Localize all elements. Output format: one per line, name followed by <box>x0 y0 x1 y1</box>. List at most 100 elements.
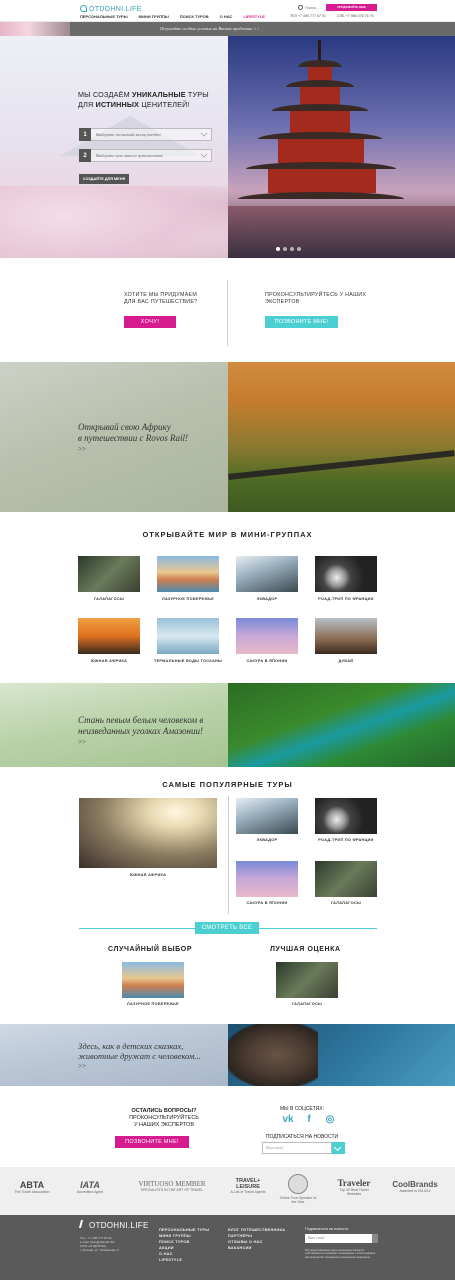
tile-label[interactable]: ЛАЗУРНОЕ ПОБЕРЕЖЬЕ <box>118 1002 188 1007</box>
footer-link[interactable]: ВАКАНСИИ <box>228 1245 285 1251</box>
tile-label[interactable]: САКУРА В ЯПОНИИ <box>232 659 302 664</box>
popular-tile-france-roadtrip[interactable] <box>315 798 377 834</box>
chevron-down-icon <box>200 129 208 137</box>
tour-tile-south-africa[interactable] <box>78 618 140 654</box>
tile-label[interactable]: ТЕРМАЛЬНЫЕ ВОДЫ ТОСКАНЫ <box>153 659 223 664</box>
newsletter-submit-button[interactable] <box>332 1142 345 1154</box>
footer-link[interactable]: LIFESTYLE <box>159 1257 209 1263</box>
footer-nav-col-1: ПЕРСОНАЛЬНЫЕ ТУРЫ МИНИ ГРУППЫ ПОИСК ТУРО… <box>159 1227 209 1263</box>
seal-banner-text[interactable]: Здесь, как в детских сказках, животные др… <box>78 1041 201 1071</box>
partner-online-operator[interactable]: Online Tour Operator of the Year <box>278 1174 318 1204</box>
popular-tile-south-africa[interactable] <box>79 798 217 868</box>
month-select[interactable]: 1 Выберите желаемый месяц поездки <box>79 128 212 141</box>
search-field[interactable]: Поиск... <box>298 5 319 10</box>
footer-logo[interactable]: OTDOHNI.LIFE <box>78 1220 149 1230</box>
partner-virtuoso[interactable]: VIRTUOSO MEMBER SPECIALISTS IN THE ART O… <box>128 1180 216 1192</box>
partner-travel-leisure[interactable]: TRAVEL+ LEISURE A-List of Travel Agents <box>228 1178 268 1194</box>
partner-coolbrands[interactable]: CoolBrands Awarded in 2013/14 <box>388 1180 442 1193</box>
tile-label[interactable]: ЭКВАДОР <box>232 597 302 602</box>
divider <box>227 280 228 346</box>
nav-tour-search[interactable]: ПОИСК ТУРОВ <box>180 14 209 19</box>
popular-tile-galapagos[interactable] <box>315 861 377 897</box>
partner-traveler[interactable]: Traveler Top 30 Best Travel Websites <box>332 1178 376 1196</box>
hero-image-pagoda <box>228 36 455 258</box>
partner-iata[interactable]: IATA Accredited Agent <box>64 1180 116 1194</box>
africa-banner-image-train <box>228 362 455 512</box>
newsletter-email-input[interactable]: Ваш email <box>262 1142 332 1154</box>
tour-tile-tuscany-thermal[interactable] <box>157 618 219 654</box>
make-trip-button[interactable]: ПРИДУМАЙТЕ МНЕ ПУТЕШЕСТВИЕ <box>326 4 377 16</box>
instagram-icon[interactable]: ◎ <box>324 1114 336 1126</box>
tile-label[interactable]: САКУРА В ЯПОНИИ <box>232 901 302 906</box>
best-rated-title: ЛУЧШАЯ ОЦЕНКА <box>270 946 341 953</box>
logo-text: OTDOHNI.LIFE <box>89 6 142 13</box>
search-icon <box>298 5 303 10</box>
tour-tile-riviera[interactable] <box>157 556 219 592</box>
tour-tile-dubai[interactable] <box>315 618 377 654</box>
slider-dot[interactable] <box>276 247 280 251</box>
slider-dots <box>276 247 301 251</box>
best-rated-tile[interactable] <box>276 962 338 998</box>
slider-dot[interactable] <box>290 247 294 251</box>
tour-tile-sakura-japan[interactable] <box>236 618 298 654</box>
see-all-button[interactable]: СМОТРЕТЬ ВСЕ <box>195 922 259 934</box>
tile-label[interactable]: ДУБАЙ <box>311 659 381 664</box>
footer-legal: Все представленные здесь материалы являю… <box>305 1249 376 1259</box>
nav-about[interactable]: О НАС <box>220 14 233 19</box>
nav-mini-groups[interactable]: МИНИ ГРУППЫ <box>139 14 169 19</box>
step-number: 2 <box>79 149 91 162</box>
partner-abta[interactable]: ABTA The Travel Association <box>12 1180 52 1194</box>
create-for-me-button[interactable]: СОЗДАЙТЕ ДЛЯ МЕНЯ <box>79 174 129 184</box>
phone-moscow[interactable]: ТЕЛ +7 495 777 87 01 <box>290 14 326 18</box>
slider-dot[interactable] <box>297 247 301 251</box>
mini-groups-title: ОТКРЫВАЙТЕ МИР В МИНИ-ГРУППАХ <box>142 530 313 539</box>
popular-tile-ecuador[interactable] <box>236 798 298 834</box>
footer-contacts: Тел.: +7 495 777 87 01 e-mail: hello@otd… <box>80 1236 119 1252</box>
divider <box>228 796 229 914</box>
popular-tours-title: САМЫЕ ПОПУЛЯРНЫЕ ТУРЫ <box>162 780 293 789</box>
month-select-placeholder: Выберите желаемый месяц поездки <box>96 132 161 137</box>
search-placeholder: Поиск... <box>305 5 320 10</box>
logo[interactable]: OTDOHNI.LIFE <box>80 5 142 13</box>
newsletter-title: ПОДПИСАТЬСЯ НА НОВОСТИ <box>265 1134 339 1140</box>
tile-label[interactable]: ЮЖНАЯ АФРИКА <box>113 873 183 878</box>
tile-label[interactable]: ГАЛАПАГОСЫ <box>272 1002 342 1007</box>
hero-title: МЫ СОЗДАЁМ УНИКАЛЬНЫЕ ТУРЫ ДЛЯ ИСТИННЫХ … <box>78 90 209 109</box>
want-button[interactable]: ХОЧУ! <box>124 316 176 328</box>
announcement-text[interactable]: Получайте особые условия на Вашем продле… <box>160 26 260 31</box>
seal-banner-image <box>228 1024 455 1086</box>
footer-nav-col-2: БЛОГ ПУТЕШЕСТВЕННИКА ПАРТНЁРЫ ОТЗЫВЫ О Н… <box>228 1227 285 1251</box>
tour-tile-galapagos[interactable] <box>78 556 140 592</box>
slider-dot[interactable] <box>283 247 287 251</box>
footer-newsletter-input[interactable]: Ваш email <box>305 1234 377 1243</box>
facebook-icon[interactable]: f <box>303 1114 315 1126</box>
footer-newsletter-submit[interactable] <box>372 1234 378 1243</box>
nav-lifestyle[interactable]: LIFESTYLE <box>243 14 265 19</box>
tile-label[interactable]: РОАД-ТРИП ПО ФРАНЦИИ <box>311 597 381 602</box>
social-links: vk f ◎ <box>282 1114 336 1126</box>
tile-label[interactable]: ЭКВАДОР <box>232 838 302 843</box>
call-me-button[interactable]: ПОЗВОНИТЕ МНЕ! <box>265 316 338 328</box>
purpose-select[interactable]: 2 Выберите цель вашего путешествия <box>79 149 212 162</box>
call-me-button[interactable]: ПОЗВОНИТЕ МНЕ! <box>115 1136 189 1148</box>
random-pick-tile[interactable] <box>122 962 184 998</box>
tile-label[interactable]: ГАЛАПАГОСЫ <box>311 901 381 906</box>
phone-spb[interactable]: СПБ +7 986 076 76 76 <box>337 14 374 18</box>
step-number: 1 <box>79 128 91 141</box>
tour-tile-ecuador[interactable] <box>236 556 298 592</box>
popular-tile-sakura-japan[interactable] <box>236 861 298 897</box>
tour-tile-france-roadtrip[interactable] <box>315 556 377 592</box>
questions-text: ОСТАЛИСЬ ВОПРОСЫ? ПРОКОНСУЛЬТИРУЙТЕСЬ У НА… <box>129 1108 199 1128</box>
chevron-down-icon <box>200 150 208 158</box>
hero-background-fuji <box>0 36 228 258</box>
cta-want-text: ХОТИТЕ МЫ ПРИДУМАЕМ ДЛЯ ВАС ПУТЕШЕСТВИЕ? <box>124 292 198 305</box>
tile-label[interactable]: ГАЛАПАГОСЫ <box>74 597 144 602</box>
amazon-banner-text[interactable]: Стань певым белым человеком в неизведанны… <box>78 715 203 748</box>
random-pick-title: СЛУЧАЙНЫЙ ВЫБОР <box>108 946 193 953</box>
tile-label[interactable]: ЮЖНАЯ АФРИКА <box>74 659 144 664</box>
vk-icon[interactable]: vk <box>282 1114 294 1126</box>
tile-label[interactable]: ЛАЗУРНОЕ ПОБЕРЕЖЬЕ <box>153 597 223 602</box>
tile-label[interactable]: РОАД-ТРИП ПО ФРАНЦИИ <box>311 838 381 843</box>
nav-personal-tours[interactable]: ПЕРСОНАЛЬНЫЕ ТУРЫ <box>80 14 128 19</box>
africa-banner-text[interactable]: Открывай свою Африку в путешествии с Rovo… <box>78 422 188 455</box>
